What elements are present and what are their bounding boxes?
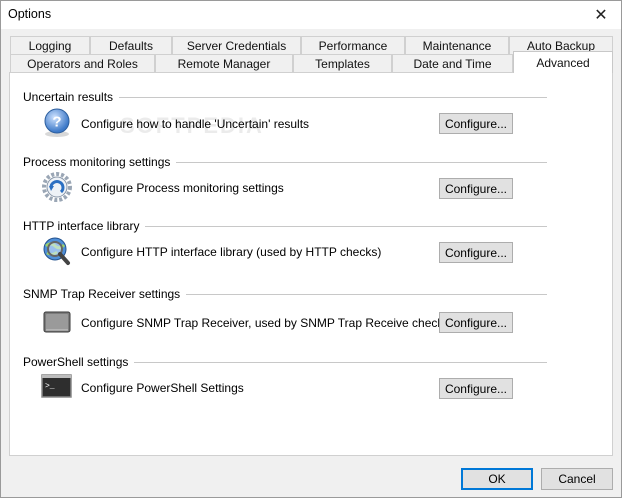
tab-label: Logging — [28, 38, 72, 53]
tab-remote-manager[interactable]: Remote Manager — [155, 54, 293, 72]
advanced-panel: SOFTPEDIA Uncertain results ? Configure … — [9, 72, 613, 456]
tab-label: Server Credentials — [186, 38, 287, 53]
button-label: Configure... — [444, 245, 508, 260]
tab-advanced[interactable]: Advanced — [513, 51, 613, 73]
configure-snmp-button[interactable]: Configure... — [439, 312, 513, 333]
group-desc-uncertain: Configure how to handle 'Uncertain' resu… — [81, 117, 310, 131]
process-gear-icon — [41, 171, 73, 203]
tab-logging[interactable]: Logging — [10, 36, 90, 54]
button-label: OK — [488, 472, 506, 486]
tab-maintenance[interactable]: Maintenance — [405, 36, 509, 54]
terminal-icon: >_ — [41, 371, 73, 403]
configure-uncertain-button[interactable]: Configure... — [439, 113, 513, 134]
button-label: Configure... — [444, 381, 508, 396]
button-label: Configure... — [444, 116, 508, 131]
title-bar[interactable]: Options ✕ — [1, 1, 621, 29]
tab-defaults[interactable]: Defaults — [90, 36, 172, 54]
group-desc-process: Configure Process monitoring settings — [81, 181, 284, 195]
globe-magnifier-icon — [41, 236, 73, 268]
configure-process-button[interactable]: Configure... — [439, 178, 513, 199]
tab-label: Advanced — [536, 55, 590, 70]
tab-label: Maintenance — [422, 38, 492, 53]
group-title-snmp: SNMP Trap Receiver settings — [23, 287, 187, 301]
tab-label: Performance — [318, 38, 388, 53]
close-button[interactable]: ✕ — [581, 1, 621, 29]
tab-operators-and-roles[interactable]: Operators and Roles — [10, 54, 155, 72]
tab-server-credentials[interactable]: Server Credentials — [172, 36, 301, 54]
group-title-uncertain: Uncertain results — [23, 90, 120, 104]
group-desc-powershell: Configure PowerShell Settings — [81, 381, 244, 395]
button-label: Configure... — [444, 315, 508, 330]
close-icon: ✕ — [594, 7, 608, 24]
group-title-powershell: PowerShell settings — [23, 355, 135, 369]
group-title-http: HTTP interface library — [23, 219, 146, 233]
button-label: Cancel — [558, 472, 596, 486]
group-desc-http: Configure HTTP interface library (used b… — [81, 245, 382, 259]
button-label: Configure... — [444, 181, 508, 196]
options-window: Options ✕ Logging Defaults Server Creden… — [0, 0, 622, 498]
ok-button[interactable]: OK — [461, 468, 533, 490]
window-title: Options — [8, 7, 52, 21]
configure-powershell-button[interactable]: Configure... — [439, 378, 513, 399]
device-icon — [41, 306, 73, 338]
configure-http-button[interactable]: Configure... — [439, 242, 513, 263]
svg-text:?: ? — [52, 114, 61, 131]
tab-label: Templates — [315, 56, 370, 71]
tab-label: Remote Manager — [177, 56, 271, 71]
tab-performance[interactable]: Performance — [301, 36, 405, 54]
tab-templates[interactable]: Templates — [293, 54, 392, 72]
group-desc-snmp: Configure SNMP Trap Receiver, used by SN… — [81, 316, 450, 330]
cancel-button[interactable]: Cancel — [541, 468, 613, 490]
tab-date-and-time[interactable]: Date and Time — [392, 54, 513, 72]
svg-text:>_: >_ — [45, 382, 55, 391]
tab-label: Defaults — [108, 38, 154, 53]
group-title-process: Process monitoring settings — [23, 155, 177, 169]
tab-label: Date and Time — [413, 56, 492, 71]
question-icon: ? — [41, 107, 73, 139]
tab-label: Operators and Roles — [27, 56, 138, 71]
